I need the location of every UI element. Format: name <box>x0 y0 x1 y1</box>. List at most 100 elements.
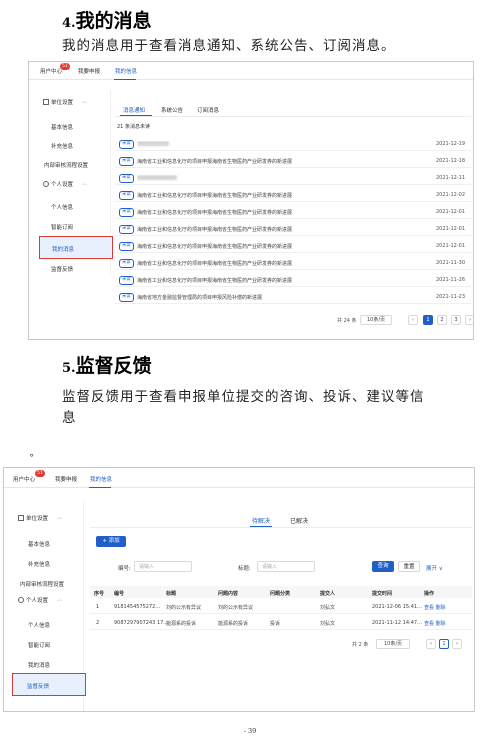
sidebar-item-basic-info[interactable]: 基本信息 <box>28 540 50 548</box>
section-5-title: 监督反馈 <box>75 355 152 377</box>
section-4-title: 我的消息 <box>75 10 152 32</box>
messages-panel: 消息通知 系统公告 订阅消息 21 条消息未读 未读 2021-12-19 未读海… <box>115 90 473 338</box>
section-4-description: 我的消息用于查看消息通知、系统公告、订阅消息。 <box>62 38 396 54</box>
table-row: 1 9181454575272... 刘的公示有异议 刘的公示有异议 刘弘文 2… <box>90 599 472 614</box>
page-size-select[interactable]: 10条/页 <box>376 639 410 649</box>
unread-tag: 未读 <box>119 157 134 166</box>
sidebar-item-basic-info[interactable]: 基本信息 <box>51 123 73 131</box>
sidebar: 单位设置 ︿ 基本信息 补充信息 内部审核流程设置 个人设置 ︿ 个人信息 智能订阅… <box>8 502 86 711</box>
message-row[interactable]: 未读 海南省地方金融监督管理局的项目申报风险补偿的新进展 2021-11-23 <box>115 290 471 304</box>
unread-count: 21 条消息未读 <box>117 124 150 130</box>
sidebar-item-internal-flow[interactable]: 内部审核流程设置 <box>44 161 88 169</box>
sidebar-item-supplement[interactable]: 补充信息 <box>51 142 73 150</box>
tab-system-announcements[interactable]: 系统公告 <box>161 106 183 114</box>
cell-code: 9181454575272... <box>114 604 161 610</box>
nav-my-apply[interactable]: 我要申报 <box>55 475 77 483</box>
sidebar-item-my-messages[interactable]: 我的消息 <box>39 236 113 259</box>
tab-notifications[interactable]: 消息通知 <box>123 106 145 114</box>
cell-category: 投诉 <box>270 621 281 627</box>
top-nav: 用户中心 51 我要申报 我的信息 <box>29 62 473 80</box>
sidebar: 单位设置 ︿ 基本信息 补充信息 内部审核流程设置 个人设置 ︿ 个人信息 智能订阅… <box>35 90 113 275</box>
col-category: 问题分类 <box>270 590 291 597</box>
page-number: - 39 <box>243 727 257 735</box>
sidebar-item-internal-flow[interactable]: 内部审核流程设置 <box>20 580 64 588</box>
add-button[interactable]: + 添加 <box>96 536 126 547</box>
unread-tag: 未读 <box>119 276 134 285</box>
message-row[interactable]: 未读 海南省工业和信息化厅的项目申报海南省生物医药产业研发券的新进展 2021-12… <box>115 239 471 253</box>
next-page-button[interactable]: › <box>465 315 473 325</box>
message-row[interactable]: 未读 海南省工业和信息化厅的项目申报海南省生物医药产业研发券的新进展 2021-12… <box>115 154 471 168</box>
expand-toggle[interactable]: 展开 ∨ <box>426 564 443 572</box>
notification-badge: 51 <box>60 63 70 70</box>
message-date: 2021-12-18 <box>435 158 465 164</box>
row-actions[interactable]: 查看 删除 <box>424 620 446 627</box>
nav-my-info[interactable]: 我的信息 <box>90 475 112 483</box>
table-header: 序号 编号 标题 问题内容 问题分类 提交人 提交时间 操作 <box>90 586 472 598</box>
page-1-button[interactable]: 1 <box>439 639 449 649</box>
message-row[interactable]: 未读 2021-12-19 <box>115 137 471 151</box>
sidebar-group-personal[interactable]: 个人设置 ︿ <box>43 180 87 188</box>
message-text: 海南省工业和信息化厅的项目申报海南省生物医药产业研发券的新进展 <box>137 278 293 284</box>
row-actions[interactable]: 查看 删除 <box>424 604 446 611</box>
title-input[interactable]: 请输入 <box>257 561 315 572</box>
sidebar-item-supplement[interactable]: 补充信息 <box>28 560 50 568</box>
sidebar-group-personal[interactable]: 个人设置 ︿ <box>18 596 62 604</box>
sidebar-item-subscription[interactable]: 智能订阅 <box>51 223 73 231</box>
unread-tag: 未读 <box>119 293 134 302</box>
message-row[interactable]: 未读 海南省工业和信息化厅的项目申报海南省生物医药产业研发券的新进展 2021-12… <box>115 205 471 219</box>
page-1-button[interactable]: 1 <box>423 315 433 325</box>
building-icon <box>18 515 24 521</box>
sidebar-item-subscription[interactable]: 智能订阅 <box>28 641 50 649</box>
sidebar-item-my-messages[interactable]: 我的消息 <box>28 661 50 669</box>
nav-my-info[interactable]: 我的信息 <box>115 67 137 75</box>
nav-user-center[interactable]: 用户中心 <box>13 475 35 483</box>
section-5-description: 监督反馈用于查看申报单位提交的咨询、投诉、建议等信息 <box>62 389 425 426</box>
message-row[interactable]: 未读 2021-12-11 <box>115 171 471 185</box>
sidebar-item-personal-info[interactable]: 个人信息 <box>28 621 50 629</box>
nav-user-center[interactable]: 用户中心 <box>40 67 62 75</box>
chevron-up-icon: ︿ <box>82 99 88 105</box>
building-icon <box>43 99 49 105</box>
cell-submitter: 刘弘文 <box>320 605 336 611</box>
page-2-button[interactable]: 2 <box>437 315 447 325</box>
tab-pending[interactable]: 待解决 <box>252 516 270 525</box>
col-title: 标题 <box>166 590 177 597</box>
reset-button[interactable]: 重置 <box>398 561 420 572</box>
message-row[interactable]: 未读 海南省工业和信息化厅的项目申报海南省生物医药产业研发券的新进展 2021-11… <box>115 256 471 270</box>
tabs-divider <box>90 527 472 528</box>
sidebar-group-unit[interactable]: 单位设置 ︿ <box>43 98 87 106</box>
cell-content: 刘的公示有异议 <box>218 605 254 611</box>
page-3-button[interactable]: 3 <box>451 315 461 325</box>
next-page-button[interactable]: › <box>452 639 462 649</box>
message-date: 2021-11-23 <box>435 294 465 300</box>
prev-page-button[interactable]: ‹ <box>408 315 418 325</box>
cell-index: 2 <box>96 620 100 626</box>
section-5-number: 5. <box>62 361 76 376</box>
unread-tag: 未读 <box>119 242 134 251</box>
message-row[interactable]: 未读 海南省工业和信息化厅的项目申报海南省生物医药产业研发券的新进展 2021-11… <box>115 273 471 287</box>
unread-tag: 未读 <box>119 140 134 149</box>
tab-subscription-messages[interactable]: 订阅消息 <box>197 106 219 114</box>
prev-page-button[interactable]: ‹ <box>426 639 436 649</box>
message-text: 海南省工业和信息化厅的项目申报海南省生物医药产业研发券的新进展 <box>137 261 293 267</box>
feedback-screenshot: 用户中心 51 我要申报 我的信息 单位设置 ︿ 基本信息 补充信息 内部审核流程… <box>3 467 475 712</box>
page-size-select[interactable]: 10条/页 <box>360 315 392 325</box>
sidebar-item-feedback[interactable]: 监督反馈 <box>51 265 73 273</box>
chevron-up-icon: ︿ <box>57 515 63 521</box>
sidebar-item-feedback[interactable]: 监督反馈 <box>12 673 86 696</box>
sidebar-group-unit[interactable]: 单位设置 ︿ <box>18 514 62 522</box>
nav-my-apply[interactable]: 我要申报 <box>78 67 100 75</box>
user-icon <box>18 597 24 603</box>
code-label: 编号: <box>118 566 131 572</box>
message-row[interactable]: 未读 海南省工业和信息化厅的项目申报海南省生物医药产业研发券的新进展 2021-12… <box>115 188 471 202</box>
code-input[interactable]: 请输入 <box>134 561 192 572</box>
message-text: 海南省地方金融监督管理局的项目申报风险补偿的新进展 <box>137 295 263 301</box>
message-row[interactable]: 未读 海南省工业和信息化厅的项目申报海南省生物医药产业研发券的新进展 2021-12… <box>115 222 471 236</box>
section-5-heading: 5.监督反馈 <box>62 351 152 378</box>
unread-tag: 未读 <box>119 191 134 200</box>
message-date: 2021-11-30 <box>435 260 465 266</box>
cell-code: 9087297907243 17... <box>114 620 169 626</box>
sidebar-item-personal-info[interactable]: 个人信息 <box>51 203 73 211</box>
tab-resolved[interactable]: 已解决 <box>290 516 308 525</box>
query-button[interactable]: 查询 <box>372 561 394 572</box>
